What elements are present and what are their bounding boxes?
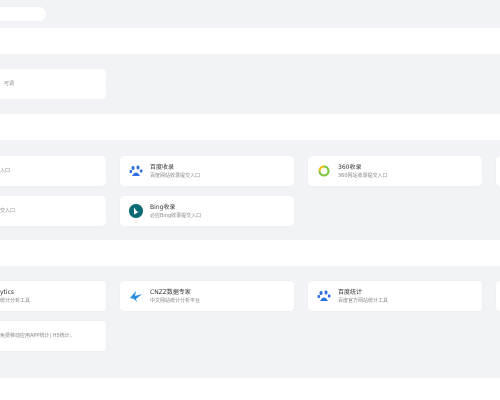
- card-desc: 免费移动应用APP统计| H5统计。: [0, 333, 75, 339]
- card-title: 百度统计: [338, 288, 363, 296]
- baidu-paw-icon: [316, 288, 332, 304]
- card-desc: 百度官方网站统计工具: [338, 297, 389, 304]
- tool-card-cnzz[interactable]: CNZZ数据专家 中文网站统计分析平台: [120, 281, 294, 311]
- section-header-band: [0, 378, 500, 400]
- card-desc: 可调: [4, 81, 15, 87]
- search-input[interactable]: [0, 7, 46, 21]
- tool-card-bing-submit[interactable]: Bing收录 必应Bing收录提交入口: [120, 196, 294, 226]
- card-title: 百度收录: [150, 163, 175, 171]
- tool-card[interactable]: 入口: [0, 156, 106, 186]
- tool-card[interactable]: [496, 281, 500, 311]
- tool-card[interactable]: [496, 156, 500, 186]
- card-desc: 统计分析工具: [0, 297, 31, 304]
- tool-card[interactable]: 交入口: [0, 196, 106, 226]
- card-desc: 必应Bing收录提交入口: [150, 212, 202, 219]
- card-desc: 交入口: [0, 208, 16, 214]
- tool-card-360-submit[interactable]: 360收录 360网站收录提交入口: [308, 156, 482, 186]
- section-header-band: [0, 240, 500, 266]
- card-desc: 入口: [0, 168, 11, 174]
- card-title: Bing收录: [150, 203, 176, 211]
- tool-card[interactable]: 可调: [0, 69, 106, 99]
- card-title: CNZZ数据专家: [150, 288, 191, 296]
- card-title: 360收录: [338, 163, 362, 171]
- section-header-band: [0, 114, 500, 140]
- bing-icon: [128, 203, 144, 219]
- card-title: ytics: [0, 288, 14, 296]
- 360-ring-icon: [316, 163, 332, 179]
- tool-card[interactable]: 免费移动应用APP统计| H5统计。: [0, 321, 106, 351]
- card-desc: 百度网站收录提交入口: [150, 172, 201, 179]
- section-header-band: [0, 28, 500, 54]
- tool-card-baidu-tongji[interactable]: 百度统计 百度官方网站统计工具: [308, 281, 482, 311]
- tool-card[interactable]: ytics 统计分析工具: [0, 281, 106, 311]
- card-desc: 中文网站统计分析平台: [150, 297, 201, 304]
- tool-card-baidu-submit[interactable]: 百度收录 百度网站收录提交入口: [120, 156, 294, 186]
- cnzz-bird-icon: [128, 288, 144, 304]
- baidu-paw-icon: [128, 163, 144, 179]
- card-desc: 360网站收录提交入口: [338, 172, 388, 179]
